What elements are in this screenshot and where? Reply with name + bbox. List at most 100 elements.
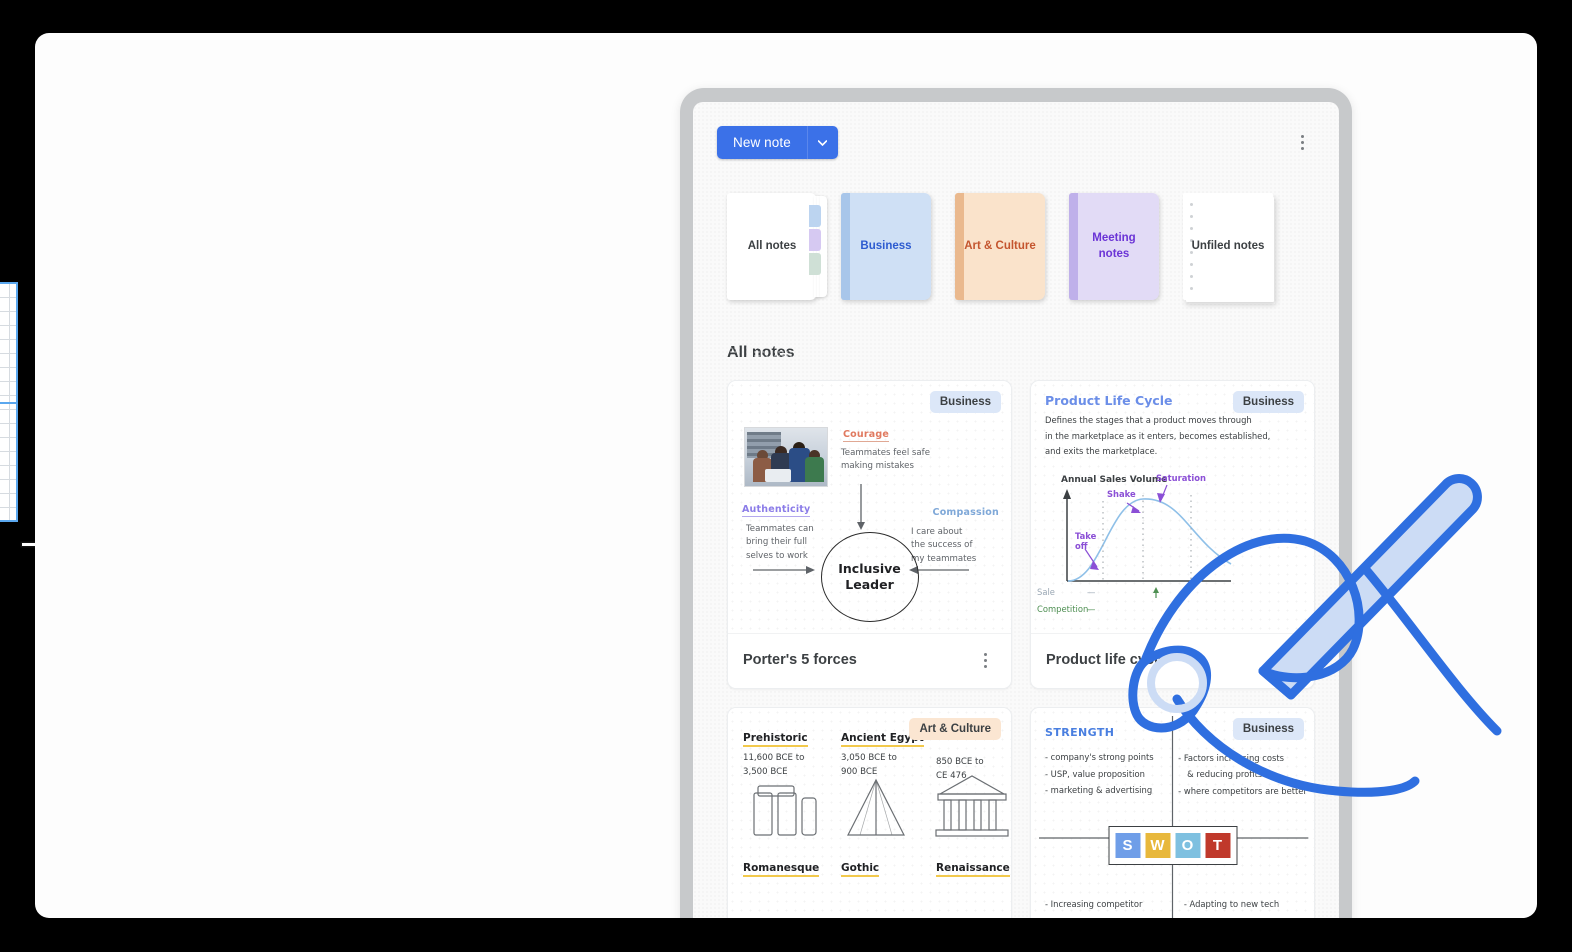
- swot-heading: STRENGTH: [1045, 726, 1115, 739]
- notebook-label: Business: [860, 239, 912, 252]
- center-line-1: Inclusive: [838, 561, 901, 577]
- notebook-label: Meeting notes: [1092, 231, 1136, 260]
- text-line: I care about: [911, 527, 963, 537]
- note-footer: Product life cycle: [1031, 633, 1314, 688]
- notebook-tab-purple: [809, 229, 821, 251]
- chart-annotation-shake-out: Shake: [1107, 489, 1136, 499]
- era-name: Prehistoric: [743, 732, 808, 747]
- swot-letter-w: W: [1145, 833, 1170, 858]
- era-dates: 3,050 BCE to 900 BCE: [841, 752, 926, 780]
- era-romanesque: Romanesque: [743, 858, 828, 877]
- swot-quadrant-weakness: - Factors increasing costs & reducing pr…: [1178, 750, 1308, 799]
- new-note-split-button[interactable]: New note: [717, 126, 838, 159]
- notebook-all-notes[interactable]: All notes: [727, 193, 827, 300]
- text-line: bring their full: [746, 537, 808, 548]
- note-title: Porter's 5 forces: [743, 652, 857, 668]
- swot-quadrant-threat: - Adapting to new tech: [1183, 899, 1280, 909]
- era-name: Renaissance: [936, 862, 1010, 877]
- notebook-tab-blue: [809, 205, 821, 227]
- center-node-inclusive-leader: Inclusive Leader: [820, 532, 919, 622]
- era-prehistoric: Prehistoric 11,600 BCE to 3,500 BCE: [743, 728, 828, 780]
- text-line: selves to work: [746, 550, 808, 561]
- text-line: 850 BCE to: [936, 757, 984, 767]
- notebook-shelf: All notes Business Art & Culture Meeting…: [693, 159, 1339, 300]
- note-preview: Business Product Life Cycle Defines the …: [1031, 381, 1314, 633]
- text-line: the success of: [911, 540, 973, 551]
- swot-item: & reducing profits: [1187, 769, 1263, 780]
- notebook-spine: [841, 193, 850, 300]
- note-body: Defines the stages that a product moves …: [1045, 413, 1298, 460]
- text-line: my teammates: [911, 553, 977, 564]
- notebook-label: All notes: [747, 239, 797, 252]
- chart-legend-competition: Competition: [1037, 604, 1089, 614]
- new-note-button[interactable]: New note: [717, 126, 807, 159]
- background-spreadsheet-strip: [0, 282, 18, 522]
- era-name: Romanesque: [743, 862, 820, 877]
- kebab-menu-icon[interactable]: [1289, 128, 1315, 158]
- swot-item: - Factors increasing costs: [1178, 753, 1284, 763]
- era-name: Gothic: [841, 862, 880, 877]
- swot-letter-t: T: [1205, 833, 1230, 858]
- swot-quadrant-opportunity: - Increasing competitor: [1045, 899, 1143, 909]
- swot-item: - where competitors are better: [1178, 785, 1307, 796]
- section-title: All notes: [727, 344, 795, 361]
- white-page: New note All notes Business Art & Cultur…: [35, 33, 1537, 918]
- text-line: 3,050 BCE to: [841, 753, 897, 763]
- note-card-product-life-cycle[interactable]: Business Product Life Cycle Defines the …: [1030, 380, 1315, 689]
- swot-letter-o: O: [1175, 833, 1200, 858]
- notes-grid: Business Courage Teammates feel safe mak…: [693, 362, 1339, 918]
- chart-legend-sale: Sale: [1037, 587, 1055, 597]
- note-tag: Business: [1232, 391, 1304, 413]
- text-line: CE 476: [936, 770, 967, 781]
- note-card-swot-analysis[interactable]: Business STRENGTH - company's strong poi…: [1030, 707, 1315, 918]
- swot-quadrant-strength: STRENGTH - company's strong points - USP…: [1045, 722, 1154, 799]
- notebook-label: Art & Culture: [964, 239, 1036, 252]
- note-heading: Product Life Cycle: [1045, 393, 1173, 408]
- chart-annotation-saturation: Saturation: [1156, 473, 1207, 483]
- notebook-unfiled-notes[interactable]: Unfiled notes: [1183, 193, 1273, 300]
- legend-marker-sale: —: [1087, 587, 1096, 597]
- note-tag: Business: [929, 391, 1001, 413]
- note-preview: Art & Culture Prehistoric 11,600 BCE to …: [728, 708, 1011, 918]
- era-gothic: Gothic: [841, 858, 926, 877]
- center-line-2: Leader: [845, 577, 894, 592]
- chevron-down-icon[interactable]: [807, 126, 838, 159]
- note-preview: Business Courage Teammates feel safe mak…: [728, 381, 1011, 633]
- swot-letter-blocks: S W O T: [1108, 826, 1237, 865]
- pillar-text-authenticity: Teammates can bring their full selves to…: [746, 523, 836, 563]
- era-dates: 11,600 BCE to 3,500 BCE: [743, 752, 828, 780]
- era-dates: 850 BCE to CE 476: [936, 756, 1011, 784]
- swot-item: - USP, value proposition: [1045, 768, 1145, 779]
- swot-item: - marketing & advertising: [1045, 785, 1153, 796]
- text-line: and exits the marketplace.: [1045, 446, 1158, 457]
- text-line: Teammates can: [746, 524, 814, 534]
- notebook-art-culture[interactable]: Art & Culture: [955, 193, 1045, 300]
- chart-annotation-take-off: Take off: [1075, 531, 1096, 551]
- screenshot-canvas: New note All notes Business Art & Cultur…: [0, 0, 1572, 952]
- note-card-porters-5-forces[interactable]: Business Courage Teammates feel safe mak…: [727, 380, 1012, 689]
- text-line: 3,500 BCE: [743, 766, 788, 777]
- text-line: Defines the stages that a product moves …: [1045, 415, 1252, 425]
- swot-letter-s: S: [1115, 833, 1140, 858]
- text-line: 11,600 BCE to: [743, 753, 805, 763]
- spreadsheet-selection-line: [0, 402, 16, 404]
- notebook-business[interactable]: Business: [841, 193, 931, 300]
- text-line: Teammates feel safe: [841, 448, 930, 458]
- pillar-text-compassion: I care about the success of my teammates: [911, 526, 997, 566]
- note-overflow-menu-icon[interactable]: [972, 645, 998, 675]
- pillar-label-authenticity: Authenticity: [742, 504, 811, 517]
- note-preview: Business STRENGTH - company's strong poi…: [1031, 708, 1314, 918]
- pillar-label-compassion: Compassion: [932, 507, 999, 518]
- note-card-architecture-history[interactable]: Art & Culture Prehistoric 11,600 BCE to …: [727, 707, 1012, 918]
- pillar-label-courage: Courage: [843, 429, 890, 442]
- pyramid-icon: [847, 778, 905, 836]
- notebook-meeting-notes[interactable]: Meeting notes: [1069, 193, 1159, 300]
- text-line: Shake: [1107, 489, 1136, 499]
- tablet-screen: New note All notes Business Art & Cultur…: [693, 102, 1339, 918]
- text-line: making mistakes: [841, 461, 914, 472]
- notebook-label: Unfiled notes: [1191, 239, 1265, 252]
- note-tag: Business: [1232, 718, 1304, 740]
- note-overflow-menu-icon[interactable]: [1275, 645, 1301, 675]
- text-line: 900 BCE: [841, 766, 878, 777]
- era-renaissance: Renaissance: [936, 858, 1011, 877]
